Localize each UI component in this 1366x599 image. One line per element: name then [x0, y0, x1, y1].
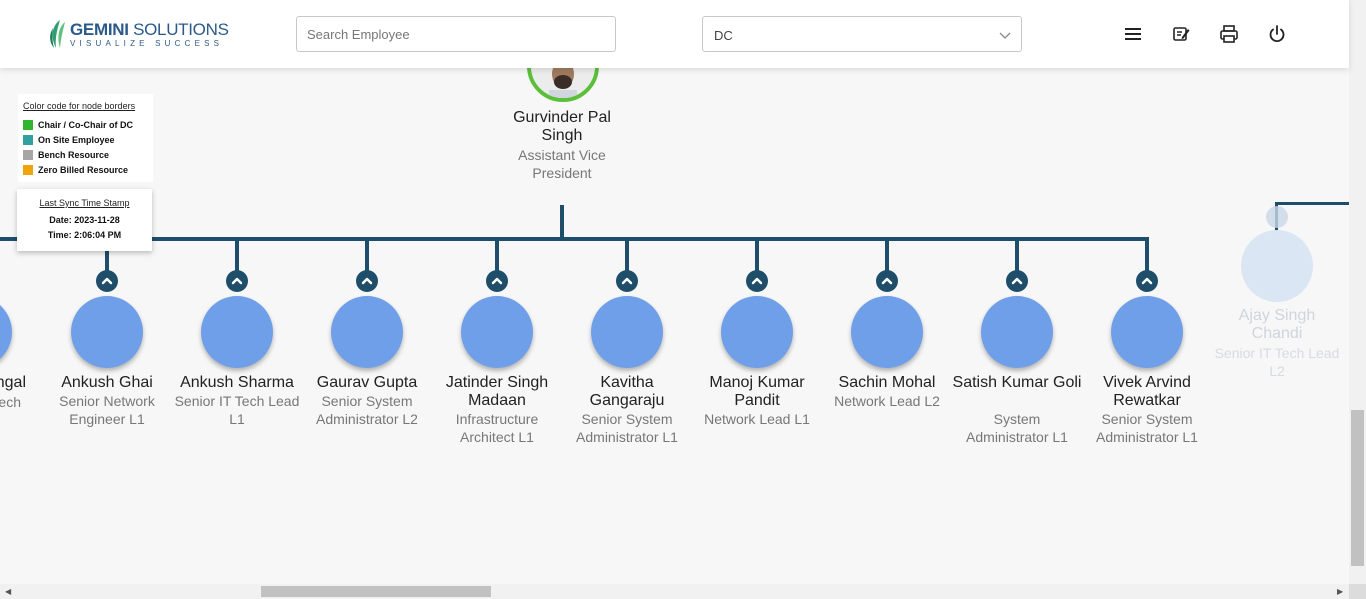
employee-role: Infrastructure Architect L1 — [455, 411, 539, 445]
horizontal-scroll-thumb[interactable] — [261, 586, 491, 597]
logo-tagline: VISUALIZE SUCCESS — [70, 38, 224, 48]
expand-toggle-icon[interactable] — [226, 270, 248, 292]
legend-swatch — [23, 135, 33, 145]
employee-role: Network Lead L1 — [704, 411, 810, 427]
root-role: Assistant Vice President — [518, 147, 606, 181]
legend-item: Chair / Co-Chair of DC — [23, 120, 133, 130]
node-avatar[interactable] — [1111, 296, 1183, 368]
scroll-right-arrow-icon[interactable]: ▶ — [1337, 587, 1343, 596]
employee-role: Senior System Administrator L1 — [1096, 411, 1198, 445]
node-avatar[interactable] — [0, 296, 12, 368]
faded-node-name: Ajay Singh Chandi — [1238, 307, 1316, 342]
legend-swatch — [23, 165, 33, 175]
sync-title: Last Sync Time Stamp — [39, 198, 130, 208]
node-avatar[interactable] — [71, 296, 143, 368]
legend-item: Zero Billed Resource — [23, 165, 128, 175]
child-connector — [365, 239, 369, 271]
child-connector — [235, 239, 239, 271]
org-chart: Gurvinder Pal Singh Assistant Vice Presi… — [0, 0, 1349, 584]
child-connector — [755, 239, 759, 271]
legend-title: Color code for node borders — [23, 101, 136, 111]
employee-name: Ankush Ghai — [61, 374, 153, 391]
employee-name: Vivek Arvind Rewatkar — [1103, 374, 1191, 409]
expand-badge-faded[interactable] — [1266, 206, 1288, 228]
expand-toggle-icon[interactable] — [876, 270, 898, 292]
vertical-scrollbar[interactable] — [1349, 0, 1366, 584]
node-avatar[interactable] — [591, 296, 663, 368]
employee-role: Network Lead L2 — [834, 393, 940, 409]
expand-toggle-icon[interactable] — [746, 270, 768, 292]
child-connector — [1145, 239, 1149, 271]
color-legend: Color code for node borders Chair / Co-C… — [18, 94, 153, 182]
dc-dropdown[interactable]: DC — [702, 16, 1022, 52]
edit-note-icon[interactable] — [1171, 24, 1191, 44]
vertical-scroll-thumb[interactable] — [1351, 410, 1364, 566]
sync-time: Time: 2:06:04 PM — [47, 230, 122, 240]
expand-toggle-icon[interactable] — [96, 270, 118, 292]
root-name: Gurvinder Pal Singh — [513, 109, 611, 144]
node-avatar[interactable] — [981, 296, 1053, 368]
child-connector — [885, 239, 889, 271]
legend-swatch — [23, 150, 33, 160]
employee-role: Senior IT Tech Lead L1 — [174, 393, 300, 427]
node-avatar-faded[interactable] — [1241, 230, 1313, 302]
print-icon[interactable] — [1219, 24, 1239, 44]
expand-toggle-icon[interactable] — [1006, 270, 1028, 292]
dropdown-value: DC — [714, 28, 733, 43]
sync-timestamp-panel: Last Sync Time Stamp Date: 2023-11-28 Ti… — [17, 189, 152, 251]
employee-name: Kavitha Gangaraju — [589, 374, 665, 409]
legend-swatch — [23, 120, 33, 130]
logo-leaf-icon — [46, 18, 68, 50]
node-avatar[interactable] — [721, 296, 793, 368]
expand-toggle-icon[interactable] — [1136, 270, 1158, 292]
expand-toggle-icon[interactable] — [486, 270, 508, 292]
employee-name: Manoj Kumar Pandit — [709, 374, 805, 409]
scrollbar-corner — [1349, 584, 1366, 599]
employee-name: Jatinder Singh Madaan — [445, 374, 549, 409]
node-avatar[interactable] — [461, 296, 533, 368]
company-logo[interactable]: GEMINI SOLUTIONS VISUALIZE SUCCESS — [46, 16, 229, 52]
node-avatar[interactable] — [201, 296, 273, 368]
logo-name: GEMINI SOLUTIONS — [70, 19, 229, 39]
legend-item: Bench Resource — [23, 150, 109, 160]
employee-name: Ankush Sharma — [180, 374, 294, 391]
power-icon[interactable] — [1267, 24, 1287, 44]
expand-toggle-icon[interactable] — [356, 270, 378, 292]
employee-name: Sachin Mohal — [838, 374, 936, 391]
root-connector — [560, 205, 564, 240]
child-connector — [1015, 239, 1019, 271]
scroll-left-arrow-icon[interactable]: ◀ — [5, 587, 11, 596]
right-connector-top — [1275, 202, 1349, 205]
employee-name: Satish Kumar Goli — [952, 374, 1082, 391]
employee-role: Senior System Administrator L2 — [316, 393, 418, 427]
node-avatar[interactable] — [331, 296, 403, 368]
top-header: GEMINI SOLUTIONS VISUALIZE SUCCESS DC — [0, 0, 1349, 68]
chevron-down-icon — [999, 32, 1011, 39]
sibling-connector — [0, 237, 1149, 241]
employee-role: System Administrator L1 — [966, 411, 1068, 445]
menu-icon[interactable] — [1123, 24, 1143, 44]
child-connector — [495, 239, 499, 271]
node-name: ngal — [0, 374, 26, 391]
child-connector — [625, 239, 629, 271]
node-role: ech — [0, 394, 21, 410]
legend-item: On Site Employee — [23, 135, 115, 145]
employee-name: Gaurav Gupta — [316, 374, 418, 391]
employee-role: Senior System Administrator L1 — [576, 411, 678, 445]
expand-toggle-icon[interactable] — [616, 270, 638, 292]
employee-role: Senior Network Engineer L1 — [59, 393, 155, 427]
horizontal-scrollbar[interactable]: ◀ ▶ — [0, 584, 1349, 599]
node-avatar[interactable] — [851, 296, 923, 368]
search-employee-input[interactable] — [296, 16, 616, 52]
sync-date: Date: 2023-11-28 — [49, 215, 120, 225]
faded-node-role: Senior IT Tech Lead L2 — [1214, 345, 1340, 379]
